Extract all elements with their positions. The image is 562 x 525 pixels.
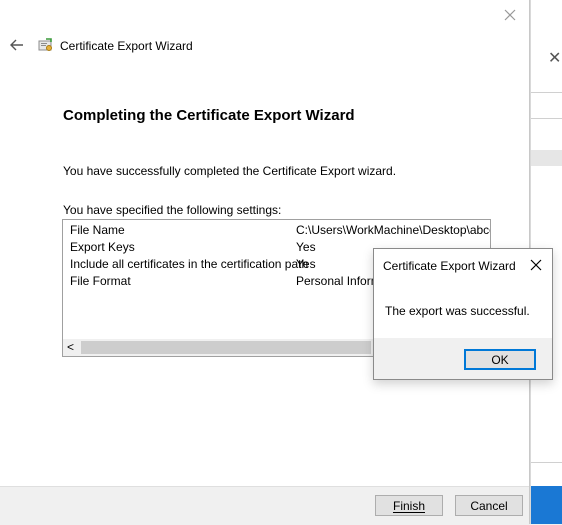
finish-button-label: Finish xyxy=(392,498,425,513)
settings-key: File Format xyxy=(70,274,131,288)
wizard-footer: Finish Cancel xyxy=(0,486,529,525)
back-arrow-icon[interactable] xyxy=(8,36,26,54)
scrollbar-thumb[interactable] xyxy=(81,341,371,354)
certificate-icon xyxy=(38,37,54,53)
page-title: Completing the Certificate Export Wizard xyxy=(63,107,355,124)
dialog-footer: OK xyxy=(374,338,552,379)
export-success-dialog: Certificate Export Wizard The export was… xyxy=(373,248,553,380)
settings-key: Include all certificates in the certific… xyxy=(70,257,309,271)
background-close-icon[interactable]: ✕ xyxy=(548,48,561,68)
finish-button[interactable]: Finish xyxy=(375,495,443,516)
settings-value: Yes xyxy=(296,257,316,271)
background-divider xyxy=(531,118,562,119)
wizard-title: Certificate Export Wizard xyxy=(60,39,193,53)
settings-value: Yes xyxy=(296,240,316,254)
dialog-title: Certificate Export Wizard xyxy=(383,259,516,273)
background-accent-bar xyxy=(531,486,562,524)
cancel-button[interactable]: Cancel xyxy=(455,495,523,516)
close-icon[interactable] xyxy=(499,4,521,26)
background-divider xyxy=(531,92,562,93)
close-icon[interactable] xyxy=(526,255,546,275)
scroll-left-icon[interactable]: < xyxy=(67,340,74,354)
ok-button[interactable]: OK xyxy=(464,349,536,370)
settings-key: Export Keys xyxy=(70,240,135,254)
settings-intro: You have specified the following setting… xyxy=(63,203,282,217)
settings-key: File Name xyxy=(70,223,125,237)
background-band xyxy=(531,150,562,166)
success-message: You have successfully completed the Cert… xyxy=(63,164,397,178)
settings-row: File Name C:\Users\WorkMachine\Desktop\a… xyxy=(70,223,490,240)
settings-value: C:\Users\WorkMachine\Desktop\abcof xyxy=(296,223,491,237)
background-divider xyxy=(531,462,562,463)
dialog-message: The export was successful. xyxy=(385,304,530,318)
